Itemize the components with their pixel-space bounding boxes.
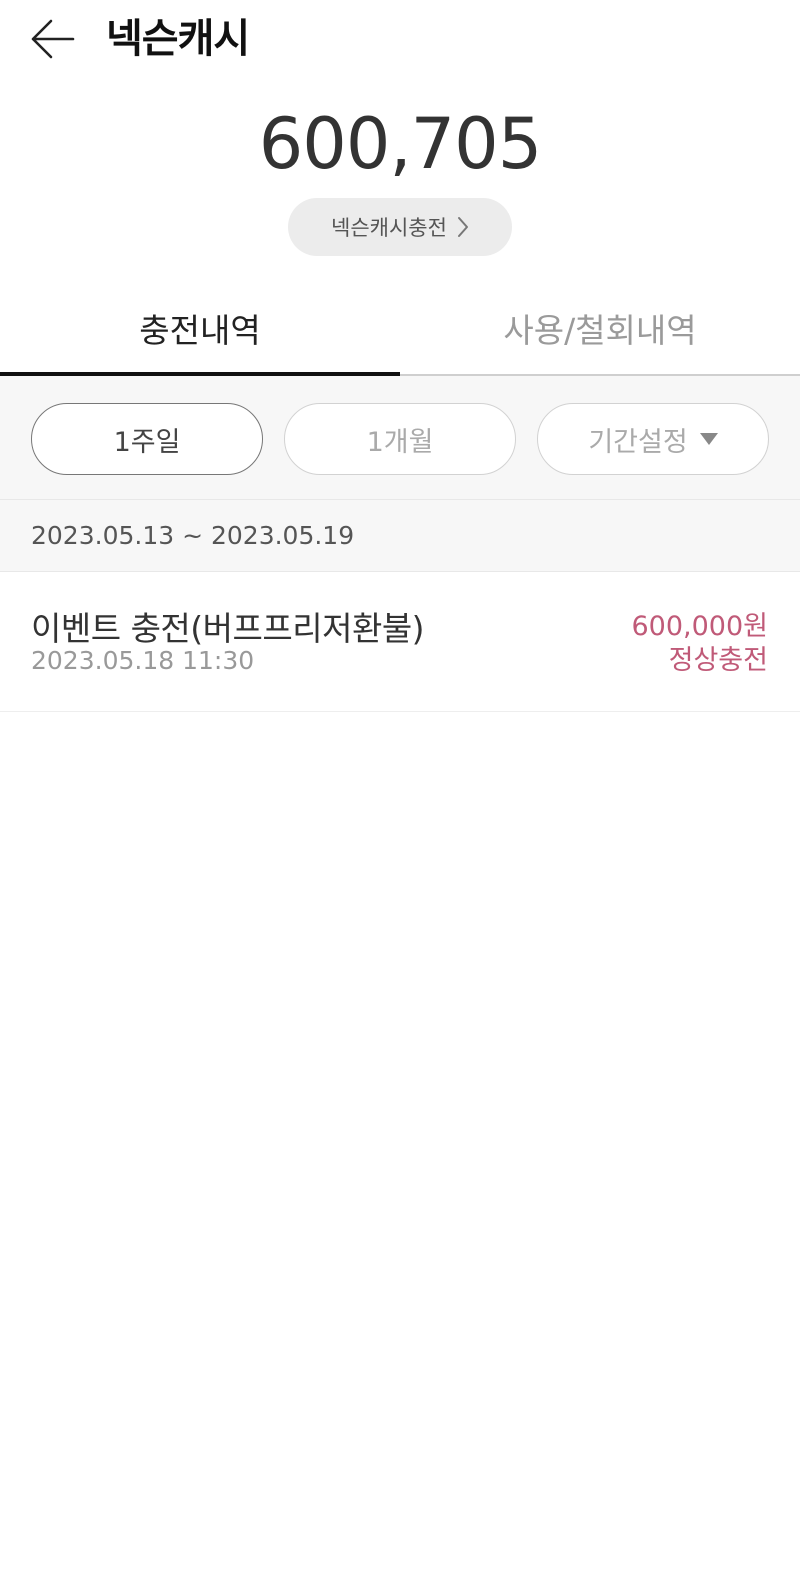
transaction-datetime: 2023.05.18 11:30 <box>31 646 255 675</box>
back-button[interactable] <box>26 14 78 64</box>
date-range-text: 2023.05.13 ~ 2023.05.19 <box>31 521 355 550</box>
period-filter-bar: 1주일 1개월 기간설정 <box>0 376 800 500</box>
transaction-list: 이벤트 충전(버프프리저환불) 2023.05.18 11:30 600,000… <box>0 572 800 712</box>
charge-cash-label: 넥슨캐시충전 <box>331 216 447 240</box>
transaction-title: 이벤트 충전(버프프리저환불) <box>31 609 425 648</box>
charge-cash-button[interactable]: 넥슨캐시충전 <box>288 198 512 256</box>
app-header: 넥슨캐시 <box>0 0 800 80</box>
filter-one-month-label: 1개월 <box>366 426 434 458</box>
history-tabs: 충전내역 사용/철회내역 <box>0 282 800 376</box>
filter-one-month-button[interactable]: 1개월 <box>284 403 516 475</box>
filter-custom-period-label: 기간설정 <box>588 426 688 458</box>
tab-usage-withdrawal-label: 사용/철회내역 <box>503 311 697 350</box>
filter-custom-period-button[interactable]: 기간설정 <box>537 403 769 475</box>
arrow-left-icon <box>31 19 75 59</box>
chevron-right-icon <box>457 217 468 237</box>
caret-down-icon <box>699 433 718 445</box>
filter-one-week-button[interactable]: 1주일 <box>31 403 263 475</box>
tab-charge-history[interactable]: 충전내역 <box>0 282 400 374</box>
transaction-status: 정상충전 <box>668 645 768 676</box>
page-title: 넥슨캐시 <box>106 16 250 62</box>
cash-balance: 600,705 <box>258 103 542 185</box>
filter-one-week-label: 1주일 <box>113 426 181 458</box>
tab-usage-withdrawal-history[interactable]: 사용/철회내역 <box>400 282 800 374</box>
date-range-bar: 2023.05.13 ~ 2023.05.19 <box>0 500 800 572</box>
transaction-row: 이벤트 충전(버프프리저환불) 2023.05.18 11:30 600,000… <box>0 572 800 712</box>
tab-charge-history-label: 충전내역 <box>139 311 261 350</box>
